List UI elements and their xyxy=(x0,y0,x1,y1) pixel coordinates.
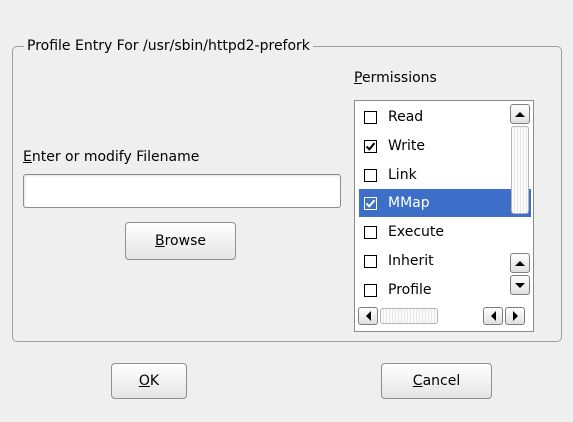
permission-item-link[interactable]: Link xyxy=(359,161,531,189)
permission-label: Write xyxy=(388,138,425,154)
permission-label: Inherit xyxy=(388,253,434,269)
permissions-label-mnemonic: P xyxy=(354,70,362,86)
permission-item-read[interactable]: Read xyxy=(359,103,531,131)
permission-label: Profile xyxy=(388,282,432,298)
ok-button[interactable]: OK xyxy=(111,363,187,399)
check-icon xyxy=(365,142,376,151)
permission-item-write[interactable]: Write xyxy=(359,132,531,160)
filename-label: Enter or modify Filename xyxy=(23,148,199,166)
permission-label: Read xyxy=(388,109,424,125)
browse-button[interactable]: Browse xyxy=(125,222,236,260)
write-checkbox[interactable] xyxy=(364,139,377,153)
cancel-mnemonic: C xyxy=(412,373,423,389)
group-title: Profile Entry For /usr/sbin/httpd2-prefo… xyxy=(24,37,313,55)
permission-label: Execute xyxy=(388,224,444,240)
permission-item-inherit[interactable]: Inherit xyxy=(359,247,531,275)
vertical-scroll-thumb[interactable] xyxy=(511,126,529,214)
browse-mnemonic: B xyxy=(155,233,165,249)
inherit-checkbox[interactable] xyxy=(364,254,377,268)
filename-label-text: nter or modify Filename xyxy=(31,149,200,165)
permission-item-execute[interactable]: Execute xyxy=(359,218,531,246)
browse-label: rowse xyxy=(164,233,206,249)
link-checkbox[interactable] xyxy=(364,168,377,182)
cancel-label: ancel xyxy=(422,373,461,389)
filename-label-mnemonic: E xyxy=(23,149,32,165)
arrow-up-icon xyxy=(515,111,525,117)
arrow-right-icon xyxy=(512,311,518,321)
permission-item-mmap[interactable]: MMap xyxy=(359,189,531,217)
cancel-button[interactable]: Cancel xyxy=(381,363,492,399)
permission-item-profile[interactable]: Profile xyxy=(359,276,531,304)
scroll-up-button[interactable] xyxy=(510,104,530,124)
scroll-right-button[interactable] xyxy=(505,307,525,325)
check-icon xyxy=(365,199,376,208)
execute-checkbox[interactable] xyxy=(364,225,377,239)
scroll-left-button[interactable] xyxy=(358,307,378,325)
permission-label: Link xyxy=(388,167,417,183)
ok-mnemonic: O xyxy=(138,373,150,389)
profile-checkbox[interactable] xyxy=(364,283,377,297)
ok-label: K xyxy=(149,373,160,389)
arrow-down-icon xyxy=(515,282,525,288)
filename-input[interactable] xyxy=(23,174,341,208)
horizontal-scroll-thumb[interactable] xyxy=(380,308,438,324)
arrow-left-icon xyxy=(490,311,496,321)
permissions-label: Permissions xyxy=(354,69,437,87)
scroll-up-button-lower[interactable] xyxy=(510,253,530,273)
permission-label: MMap xyxy=(388,195,430,211)
arrow-up-icon xyxy=(515,260,525,266)
read-checkbox[interactable] xyxy=(364,110,377,124)
permissions-list[interactable]: Read Write Link MMap Execute Inherit Pro… xyxy=(354,100,534,332)
permissions-label-text: ermissions xyxy=(361,70,437,86)
scroll-down-button[interactable] xyxy=(510,275,530,295)
mmap-checkbox[interactable] xyxy=(364,196,377,210)
scroll-left-button-right[interactable] xyxy=(483,307,503,325)
arrow-left-icon xyxy=(365,311,371,321)
